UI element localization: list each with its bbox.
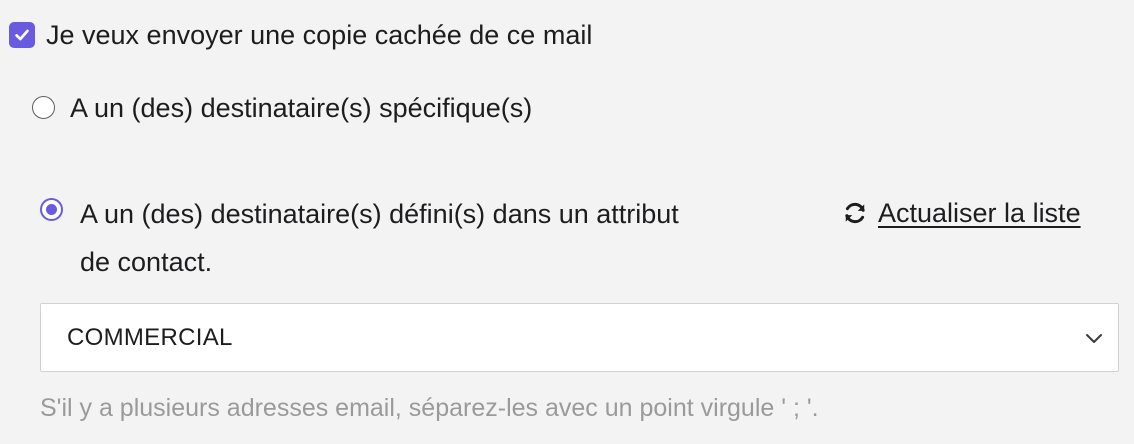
attribute-recipient-label-line1: A un (des) destinataire(s) défini(s) dan… bbox=[80, 199, 679, 229]
contact-attribute-select-value: COMMERCIAL bbox=[67, 323, 233, 351]
refresh-icon bbox=[845, 202, 865, 224]
specific-recipient-option[interactable]: A un (des) destinataire(s) spécifique(s) bbox=[32, 84, 532, 132]
chevron-down-icon bbox=[1086, 333, 1102, 343]
specific-recipient-label[interactable]: A un (des) destinataire(s) spécifique(s) bbox=[70, 84, 532, 132]
bcc-checkbox-label[interactable]: Je veux envoyer une copie cachée de ce m… bbox=[46, 17, 592, 53]
bcc-checkbox[interactable] bbox=[9, 22, 35, 48]
attribute-recipient-option[interactable]: A un (des) destinataire(s) défini(s) dan… bbox=[40, 190, 679, 286]
attribute-recipient-label-line2: de contact. bbox=[80, 247, 213, 277]
checkmark-icon bbox=[15, 29, 29, 41]
contact-attribute-select[interactable]: COMMERCIAL bbox=[40, 303, 1119, 372]
refresh-list-link[interactable]: Actualiser la liste bbox=[842, 194, 1081, 232]
separator-hint: S'il y a plusieurs adresses email, sépar… bbox=[40, 394, 819, 422]
refresh-list-label[interactable]: Actualiser la liste bbox=[878, 198, 1081, 229]
attribute-recipient-label[interactable]: A un (des) destinataire(s) défini(s) dan… bbox=[80, 190, 679, 286]
attribute-recipient-radio[interactable] bbox=[40, 198, 63, 221]
specific-recipient-radio[interactable] bbox=[32, 96, 55, 119]
radio-selected-dot bbox=[46, 204, 57, 215]
bcc-option[interactable]: Je veux envoyer une copie cachée de ce m… bbox=[9, 17, 592, 53]
